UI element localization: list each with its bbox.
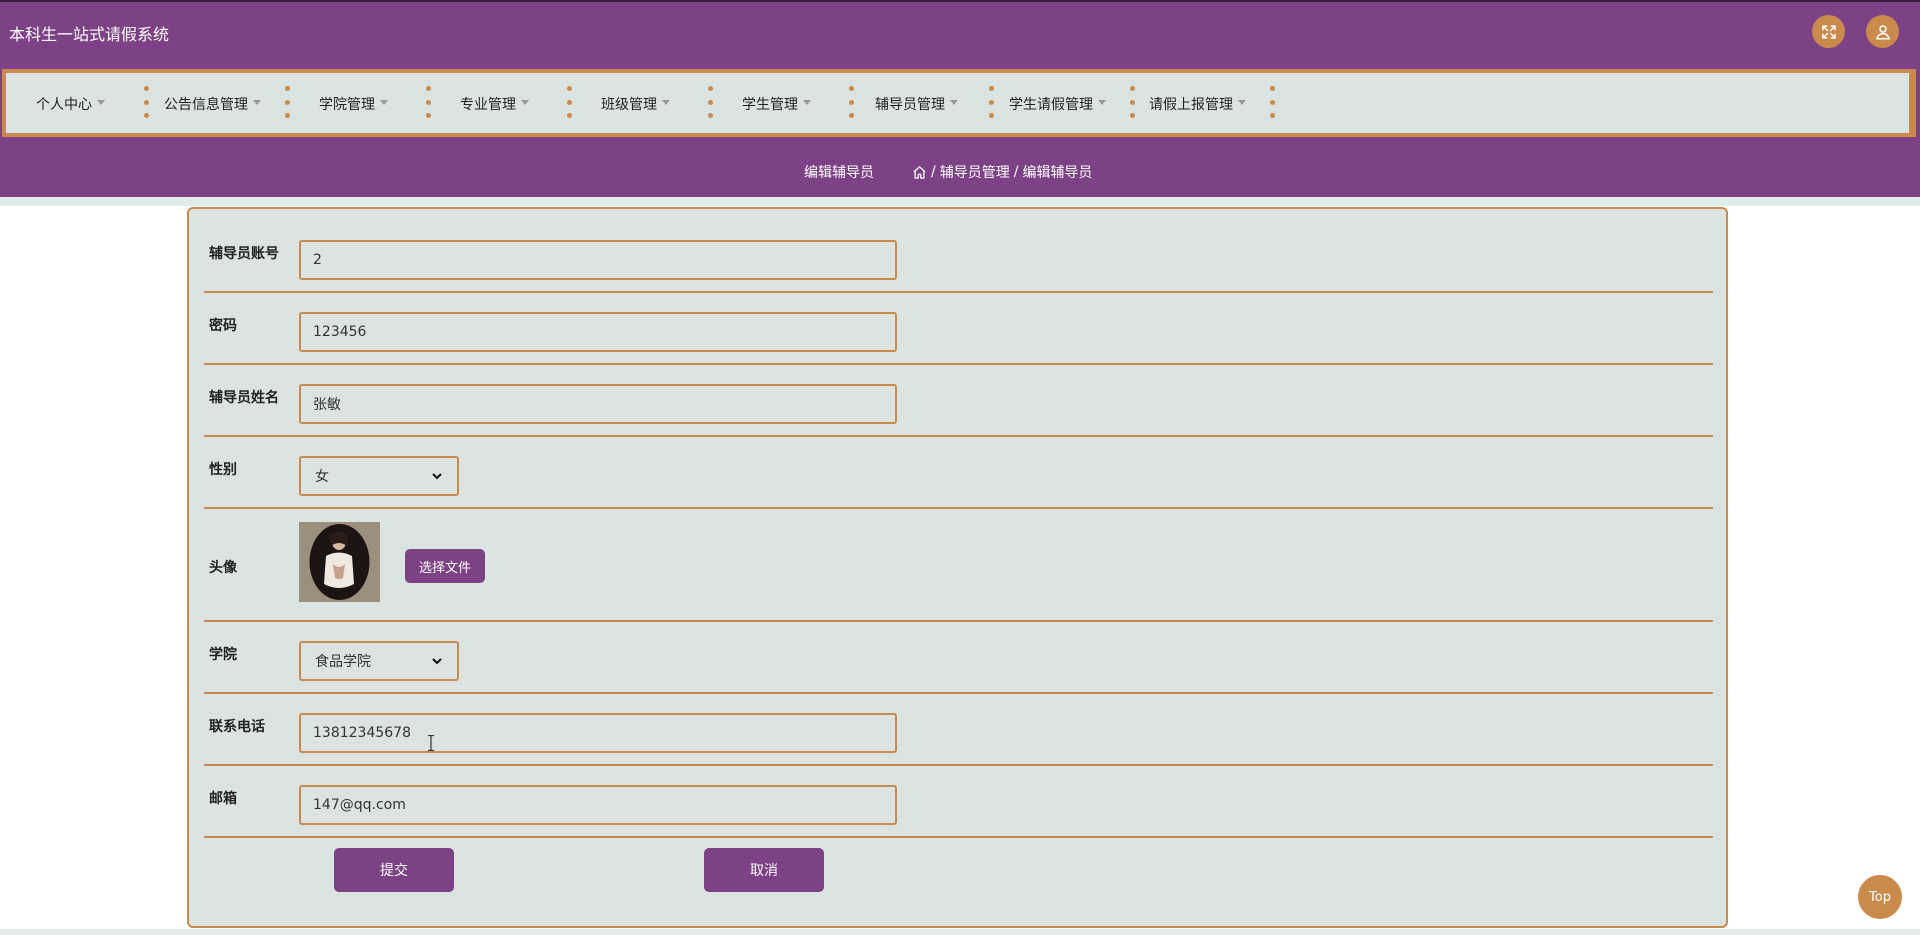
name-label: 辅导员姓名 (209, 390, 279, 406)
caret-down-icon (803, 99, 811, 105)
cancel-button[interactable]: 取消 (704, 848, 824, 892)
form-row-name: 辅导员姓名 (204, 365, 1713, 437)
avatar-preview (299, 522, 380, 602)
breadcrumb-separator: / (931, 164, 936, 180)
form-row-account: 辅导员账号 (204, 209, 1713, 293)
email-input[interactable] (299, 785, 897, 825)
nav-item-major[interactable]: 专业管理 (460, 91, 529, 117)
gender-select-value: 女 (315, 469, 329, 485)
nav-item-label: 班级管理 (601, 97, 657, 113)
nav-wrapper: 个人中心 公告信息管理 学院管理 专业管理 班级管理 学生管理 辅导员管理 学生… (0, 63, 1920, 143)
nav-item-label: 个人中心 (36, 97, 92, 113)
app-title: 本科生一站式请假系统 (9, 25, 170, 44)
phone-label: 联系电话 (209, 719, 265, 735)
breadcrumb-bar: 编辑辅导员 / 辅导员管理 / 编辑辅导员 (0, 143, 1920, 197)
caret-down-icon (662, 99, 670, 105)
form-row-email: 邮箱 (204, 766, 1713, 838)
nav-item-student-leave[interactable]: 学生请假管理 (1009, 91, 1106, 117)
breadcrumb: / 辅导员管理 / 编辑辅导员 (912, 162, 1092, 182)
form-row-avatar: 头像 选择文件 (204, 509, 1713, 622)
breadcrumb-current: 编辑辅导员 (1022, 165, 1093, 181)
caret-down-icon (380, 99, 388, 105)
chevron-down-icon (432, 473, 442, 480)
fullscreen-button[interactable] (1812, 15, 1845, 48)
avatar-label: 头像 (209, 560, 237, 576)
bottom-stripe (0, 929, 1920, 935)
caret-down-icon (950, 99, 958, 105)
name-input[interactable] (299, 384, 897, 424)
caret-down-icon (521, 99, 529, 105)
edit-counselor-form: 辅导员账号 密码 辅导员姓名 性别 女 头像 选择文件 (187, 207, 1728, 928)
caret-down-icon (1098, 99, 1106, 105)
form-row-password: 密码 (204, 293, 1713, 365)
caret-down-icon (1238, 99, 1246, 105)
nav-separator (707, 86, 713, 118)
chevron-down-icon (432, 658, 442, 665)
nav-item-counselor[interactable]: 辅导员管理 (875, 91, 958, 117)
nav-separator (425, 86, 431, 118)
password-input[interactable] (299, 312, 897, 352)
nav-item-label: 公告信息管理 (164, 97, 248, 113)
home-icon[interactable] (912, 165, 927, 180)
nav-separator (1129, 86, 1135, 118)
text-cursor-icon (428, 735, 434, 751)
college-select[interactable]: 食品学院 (299, 641, 459, 681)
submit-button[interactable]: 提交 (334, 848, 454, 892)
nav-separator (1269, 86, 1275, 118)
nav-item-label: 学院管理 (319, 97, 375, 113)
form-row-phone: 联系电话 (204, 694, 1713, 766)
avatar-portrait-icon (299, 522, 380, 602)
form-row-college: 学院 食品学院 (204, 622, 1713, 694)
nav-item-label: 专业管理 (460, 97, 516, 113)
nav-item-label: 学生管理 (742, 97, 798, 113)
main-navbar: 个人中心 公告信息管理 学院管理 专业管理 班级管理 学生管理 辅导员管理 学生… (2, 69, 1916, 137)
password-label: 密码 (209, 318, 237, 334)
user-menu-button[interactable] (1866, 15, 1899, 48)
nav-separator (988, 86, 994, 118)
choose-file-button[interactable]: 选择文件 (405, 549, 485, 583)
caret-down-icon (97, 99, 105, 105)
phone-input[interactable] (299, 713, 897, 753)
nav-separator (143, 86, 149, 118)
account-input[interactable] (299, 240, 897, 280)
email-label: 邮箱 (209, 791, 237, 807)
breadcrumb-section-link[interactable]: 辅导员管理 (940, 162, 1010, 182)
divider-stripe (0, 197, 1920, 206)
gender-label: 性别 (209, 462, 237, 478)
nav-separator (848, 86, 854, 118)
college-select-value: 食品学院 (315, 654, 371, 670)
back-to-top-button[interactable]: Top (1858, 875, 1902, 919)
college-label: 学院 (209, 647, 237, 663)
form-row-gender: 性别 女 (204, 437, 1713, 509)
nav-item-personal-center[interactable]: 个人中心 (36, 91, 105, 117)
nav-item-college[interactable]: 学院管理 (319, 91, 388, 117)
top-header: 本科生一站式请假系统 (0, 0, 1920, 63)
nav-item-notice[interactable]: 公告信息管理 (164, 91, 261, 117)
nav-item-student[interactable]: 学生管理 (742, 91, 811, 117)
breadcrumb-separator: / (1013, 164, 1019, 180)
nav-separator (566, 86, 572, 118)
user-icon (1875, 24, 1890, 39)
expand-icon (1821, 24, 1836, 39)
nav-item-leave-report[interactable]: 请假上报管理 (1149, 91, 1246, 117)
gender-select[interactable]: 女 (299, 456, 459, 496)
nav-separator (284, 86, 290, 118)
nav-item-class[interactable]: 班级管理 (601, 91, 670, 117)
nav-item-label: 学生请假管理 (1009, 97, 1093, 113)
account-label: 辅导员账号 (209, 246, 279, 262)
caret-down-icon (253, 99, 261, 105)
page-title: 编辑辅导员 (804, 165, 874, 181)
nav-item-label: 辅导员管理 (875, 97, 945, 113)
nav-item-label: 请假上报管理 (1149, 97, 1233, 113)
